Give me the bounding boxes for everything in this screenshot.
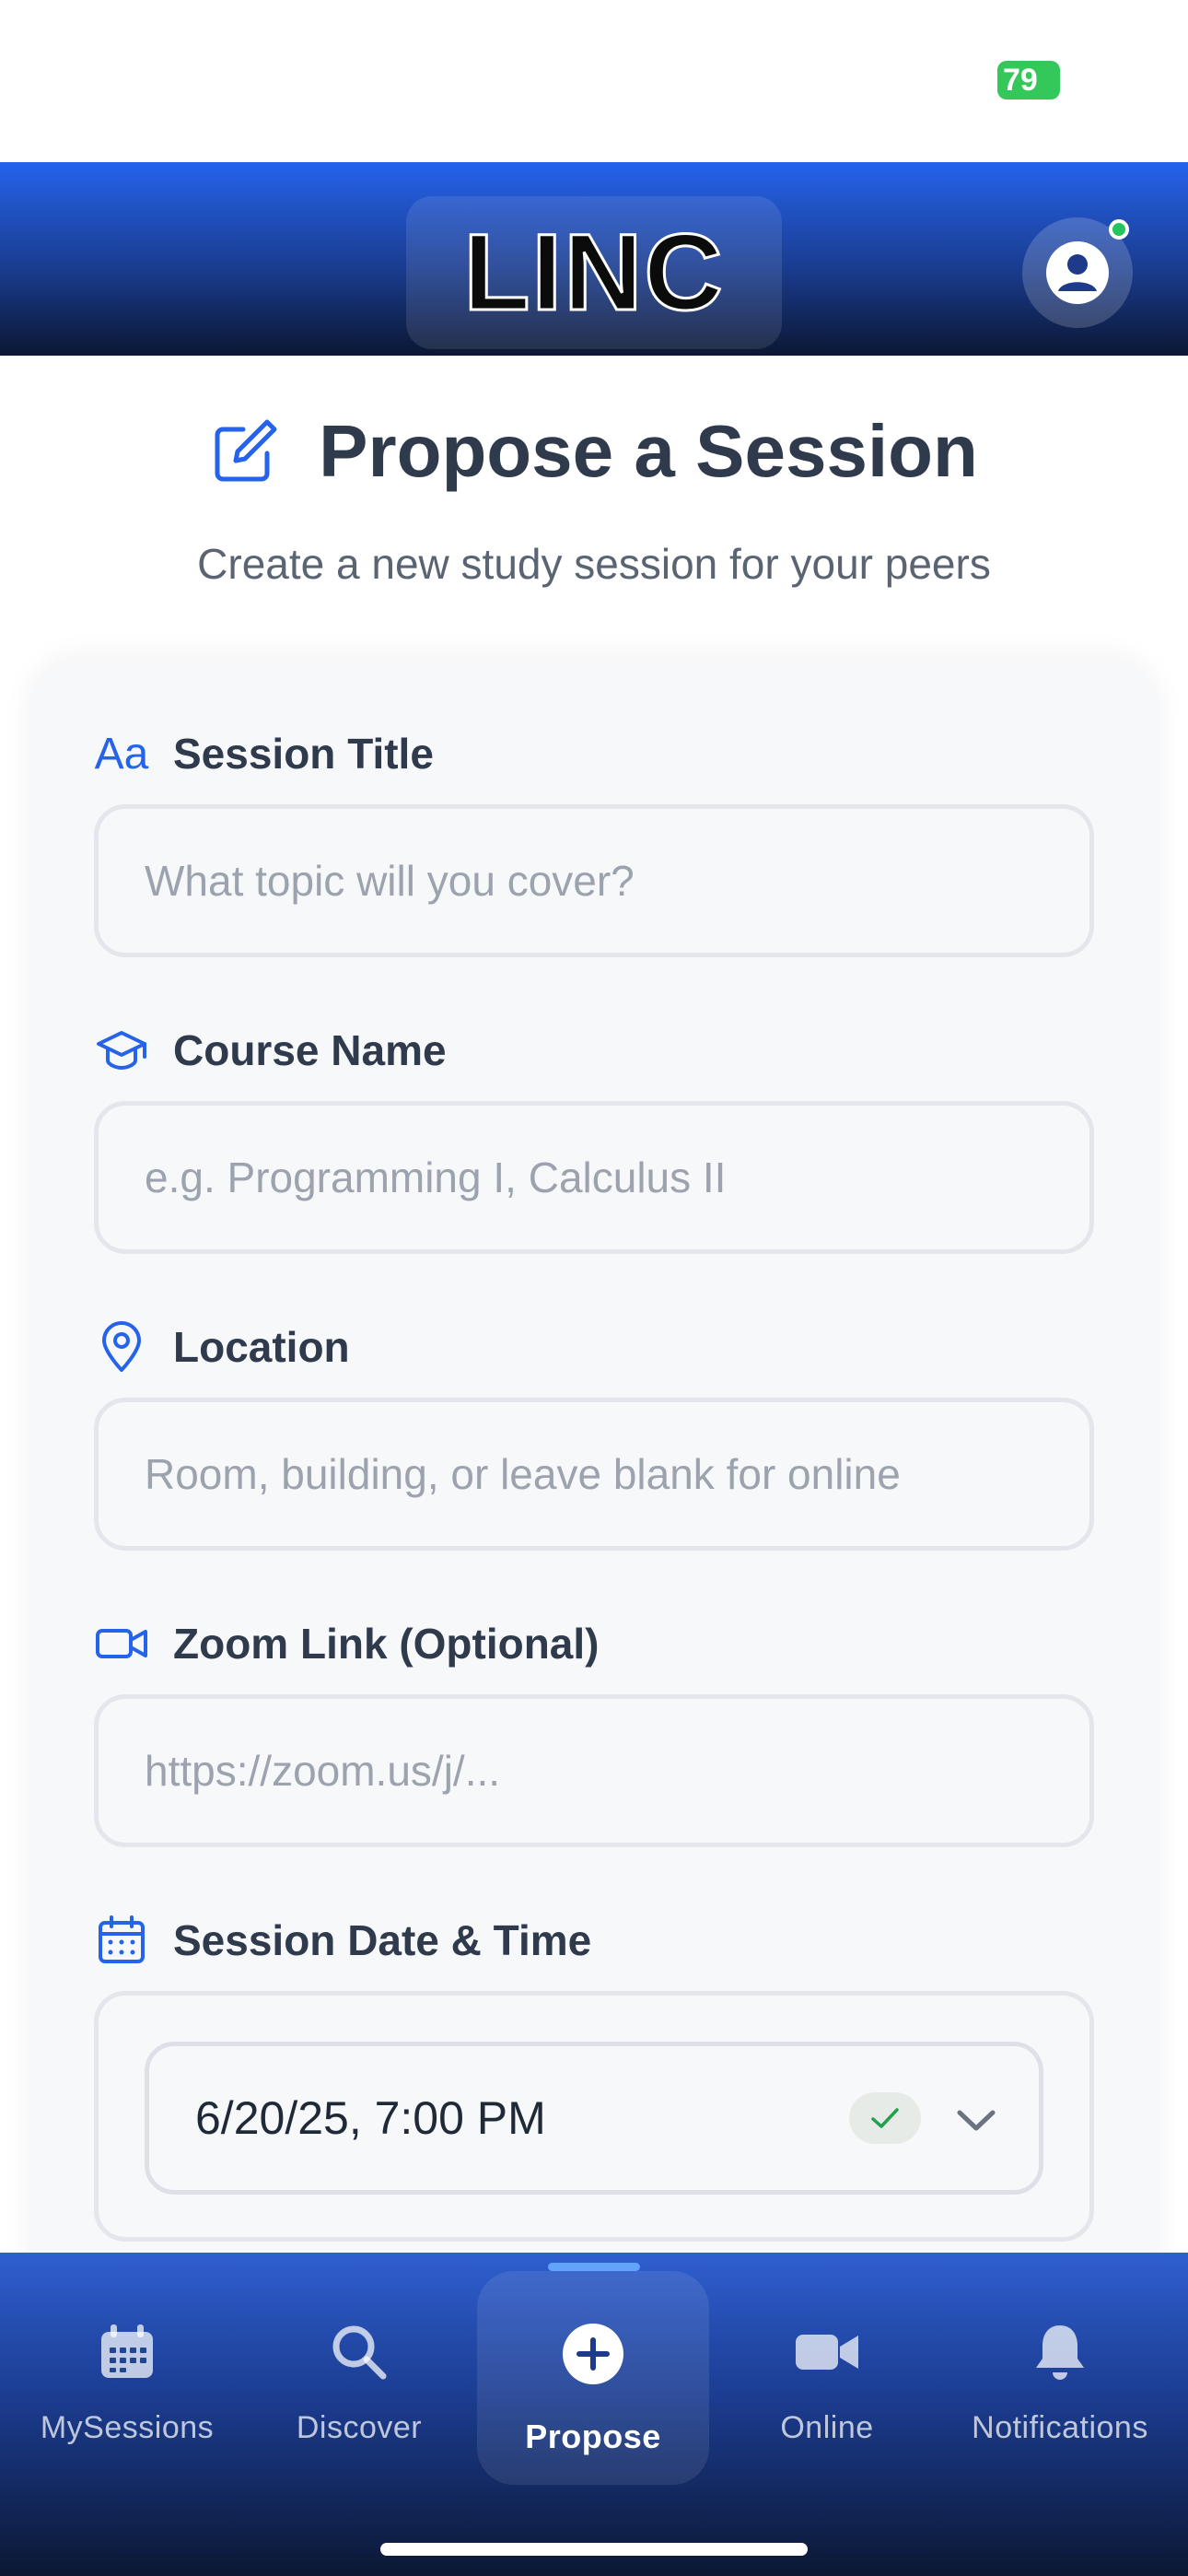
user-avatar-icon [1046,241,1109,304]
graduation-cap-icon [94,1023,149,1078]
app-header: LINC [0,162,1188,356]
plus-circle-icon [563,2324,623,2384]
session-datetime-picker[interactable]: 6/20/25, 7:00 PM [145,2042,1043,2195]
location-input[interactable] [94,1398,1094,1551]
status-bar: 79 [0,0,1188,162]
course-name-label: Course Name [94,1023,447,1078]
video-camera-icon [796,2335,858,2370]
calendar-icon [94,1913,149,1968]
edit-icon [215,419,277,482]
session-datetime-container: 6/20/25, 7:00 PM [94,1991,1094,2242]
session-datetime-label: Session Date & Time [94,1913,591,1968]
tab-mysessions[interactable]: MySessions [17,2253,238,2492]
search-icon [332,2325,387,2380]
profile-button[interactable] [1022,217,1133,328]
calendar-icon [101,2324,153,2378]
zoom-link-input[interactable] [94,1694,1094,1847]
logo-text: LINC [462,212,725,334]
page-subtitle: Create a new study session for your peer… [197,540,991,588]
zoom-link-label: Zoom Link (Optional) [94,1616,600,1671]
video-camera-icon [94,1616,149,1671]
session-title-label: Aa Session Title [94,726,434,781]
bell-icon [1036,2325,1084,2380]
check-icon [849,2092,921,2144]
tab-label: Notifications [972,2410,1148,2445]
tab-notifications[interactable]: Notifications [949,2253,1171,2492]
course-name-input[interactable] [94,1101,1094,1254]
app-logo[interactable]: LINC [406,196,782,349]
zoom-link-label-text: Zoom Link (Optional) [173,1620,600,1668]
tab-label: Discover [296,2410,423,2445]
tab-propose[interactable]: Propose [477,2271,709,2485]
session-datetime-label-text: Session Date & Time [173,1916,592,1964]
tab-label: Online [780,2410,874,2445]
session-datetime-value: 6/20/25, 7:00 PM [195,2092,546,2144]
course-name-label-text: Course Name [173,1026,447,1074]
tab-discover[interactable]: Discover [258,2253,460,2492]
online-status-dot [1109,219,1129,240]
tab-label: Propose [525,2418,661,2455]
active-tab-indicator [548,2263,640,2271]
chevron-down-icon[interactable] [950,2094,1002,2146]
home-indicator[interactable] [380,2543,808,2556]
location-label: Location [94,1319,350,1375]
bottom-tab-bar: MySessions Discover Propose Online Notif… [0,2253,1188,2576]
text-aa-icon: Aa [94,729,149,779]
map-pin-icon [94,1319,149,1375]
tab-label: MySessions [40,2410,215,2445]
page-title: Propose a Session [319,410,978,492]
session-title-input[interactable] [94,804,1094,957]
tab-online[interactable]: Online [726,2253,928,2492]
battery-indicator: 79 [997,61,1060,100]
session-title-label-text: Session Title [173,730,434,778]
page-title-row: Propose a Session [0,405,1188,498]
location-label-text: Location [173,1323,350,1371]
